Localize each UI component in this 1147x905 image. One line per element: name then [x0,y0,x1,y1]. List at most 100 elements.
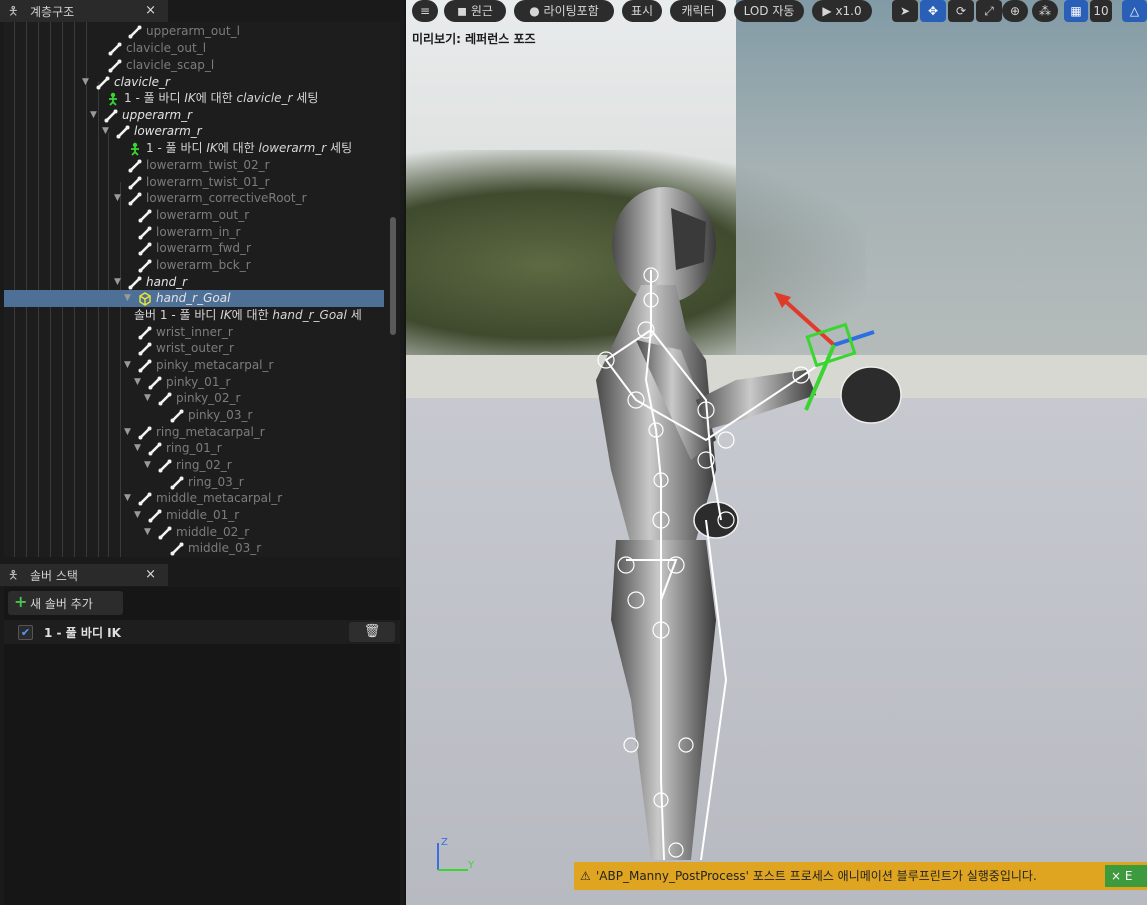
tree-row[interactable]: lowerarm_twist_01_r [4,174,384,191]
tree-row[interactable]: pinky_03_r [4,407,384,424]
expand-arrow-icon[interactable]: ▼ [124,357,131,374]
mannequin-figure[interactable] [406,0,1147,905]
character-label: 캐릭터 [681,4,715,18]
hierarchy-tree[interactable]: upperarm_out_l clavicle_out_l clavicle_sca… [4,22,400,557]
tree-row-label-part: hand_r_Goal [272,308,347,322]
tree-row-label-part: IK [220,308,232,322]
bone-icon [138,259,152,273]
lod-button[interactable]: LOD 자동 [734,0,804,22]
tree-row[interactable]: 1 - 풀 바디 IK에 대한 clavicle_r 세팅 [4,90,384,107]
tree-row-label: ring_01_r [166,441,222,455]
tree-row[interactable]: ▼ pinky_01_r [4,374,384,391]
close-icon[interactable]: × [145,567,156,582]
expand-arrow-icon[interactable]: ▼ [144,457,151,474]
expand-arrow-icon[interactable]: ▼ [114,274,121,291]
solver-row[interactable]: ✔ 1 - 풀 바디 IK 🗑 [4,620,400,644]
axis-y-label: Y [467,860,475,871]
perspective-button[interactable]: ◼ 원근 [444,0,506,22]
tree-row[interactable]: upperarm_out_l [4,23,384,40]
solver-stack-tab[interactable]: 🯅 솔버 스택 × [0,564,168,586]
tree-scrollbar[interactable] [390,217,396,335]
expand-arrow-icon[interactable]: ▼ [124,290,131,307]
tree-row[interactable]: ▼ ring_02_r [4,457,384,474]
expand-arrow-icon[interactable]: ▼ [102,123,109,140]
expand-arrow-icon[interactable]: ▼ [134,374,141,391]
close-icon[interactable]: × [145,3,156,18]
viewport[interactable]: ≡ ◼ 원근 ● 라이팅포함 표시 캐릭터 LOD 자동 ▶ x1.0 ➤ ✥ … [406,0,1147,905]
tree-row[interactable]: lowerarm_fwd_r [4,240,384,257]
coordinate-space-button[interactable]: ⊕ [1002,0,1028,22]
tree-row[interactable]: clavicle_scap_l [4,57,384,74]
expand-arrow-icon[interactable]: ▼ [82,74,89,91]
tree-row[interactable]: ▼ pinky_metacarpal_r [4,357,384,374]
tree-row-label-part: 세팅 [326,141,353,155]
tree-row[interactable]: ▼ ring_01_r [4,440,384,457]
tree-row-label: 솔버 1 - 풀 바디 IK에 대한 hand_r_Goal 세 [134,307,362,324]
expand-arrow-icon[interactable]: ▼ [124,490,131,507]
bone-icon [158,459,172,473]
grid-snap-button[interactable]: ▦ [1064,0,1088,22]
tree-row-label-part: 솔버 1 - 풀 바디 [134,308,221,322]
tree-row[interactable]: lowerarm_bck_r [4,257,384,274]
tree-row[interactable]: ▼ ring_metacarpal_r [4,424,384,441]
tree-row[interactable]: middle_03_r [4,540,384,557]
tree-row[interactable]: ▼ upperarm_r [4,107,384,124]
tree-row[interactable]: ▼ middle_01_r [4,507,384,524]
bone-icon [116,125,130,139]
tree-row[interactable]: clavicle_out_l [4,40,384,57]
tree-row[interactable]: ▼ clavicle_r [4,74,384,91]
tree-row[interactable]: wrist_outer_r [4,340,384,357]
tree-row-label: ring_02_r [176,458,232,472]
expand-arrow-icon[interactable]: ▼ [134,440,141,457]
tree-row[interactable]: ▼ pinky_02_r [4,390,384,407]
expand-arrow-icon[interactable]: ▼ [114,190,121,207]
tree-row[interactable]: 솔버 1 - 풀 바디 IK에 대한 hand_r_Goal 세 [4,307,384,324]
show-button[interactable]: 표시 [622,0,662,22]
tree-row[interactable]: ▼ lowerarm_r [4,123,384,140]
bone-icon [108,59,122,73]
bone-icon [138,426,152,440]
tree-row-label: lowerarm_fwd_r [156,241,251,255]
grid-size-button[interactable]: 10 [1090,0,1112,22]
tree-row[interactable]: lowerarm_out_r [4,207,384,224]
axis-indicator: Z Y [437,837,475,871]
tree-row[interactable]: ring_03_r [4,474,384,491]
translate-tool-button[interactable]: ✥ [920,0,946,22]
tree-row[interactable]: 1 - 풀 바디 IK에 대한 lowerarm_r 세팅 [4,140,384,157]
ik-setting-icon [109,92,117,106]
select-tool-button[interactable]: ➤ [892,0,918,22]
bone-icon [104,109,118,123]
viewport-menu-button[interactable]: ≡ [412,0,438,22]
plus-icon: + [14,592,28,611]
tree-row[interactable]: lowerarm_twist_02_r [4,157,384,174]
warning-action-button[interactable]: × E [1105,865,1147,887]
tree-row[interactable]: ▼ lowerarm_correctiveRoot_r [4,190,384,207]
goal-icon [139,292,151,306]
rotate-tool-button[interactable]: ⟳ [948,0,974,22]
add-solver-button[interactable]: + 새 솔버 추가 [8,591,123,615]
play-speed-button[interactable]: ▶ x1.0 [812,0,872,22]
left-panels: 🯅 계층구조 × upperarm_out_l clavicle_out_l cla… [0,0,404,905]
lod-label: LOD 자동 [743,4,795,18]
tree-row[interactable]: ▼ middle_metacarpal_r [4,490,384,507]
expand-arrow-icon[interactable]: ▼ [124,424,131,441]
tree-row[interactable]: ▼ hand_r_Goal [4,290,384,307]
tree-row[interactable]: lowerarm_in_r [4,224,384,241]
snap-icon: ⁂ [1039,4,1051,18]
tree-row[interactable]: wrist_inner_r [4,324,384,341]
tree-row[interactable]: ▼ middle_02_r [4,524,384,541]
grid-icon: ▦ [1070,4,1082,18]
lighting-button[interactable]: ● 라이팅포함 [514,0,614,22]
expand-arrow-icon[interactable]: ▼ [134,507,141,524]
rotation-snap-button[interactable]: △ [1122,0,1147,22]
hierarchy-tab[interactable]: 🯅 계층구조 × [0,0,168,22]
expand-arrow-icon[interactable]: ▼ [90,107,97,124]
expand-arrow-icon[interactable]: ▼ [144,390,151,407]
expand-arrow-icon[interactable]: ▼ [144,524,151,541]
character-button[interactable]: 캐릭터 [670,0,726,22]
surface-snap-button[interactable]: ⁂ [1032,0,1058,22]
solver-enabled-checkbox[interactable]: ✔ [18,625,33,640]
scale-tool-button[interactable]: ⤢ [976,0,1002,22]
delete-solver-button[interactable]: 🗑 [349,622,395,642]
tree-row[interactable]: ▼ hand_r [4,274,384,291]
